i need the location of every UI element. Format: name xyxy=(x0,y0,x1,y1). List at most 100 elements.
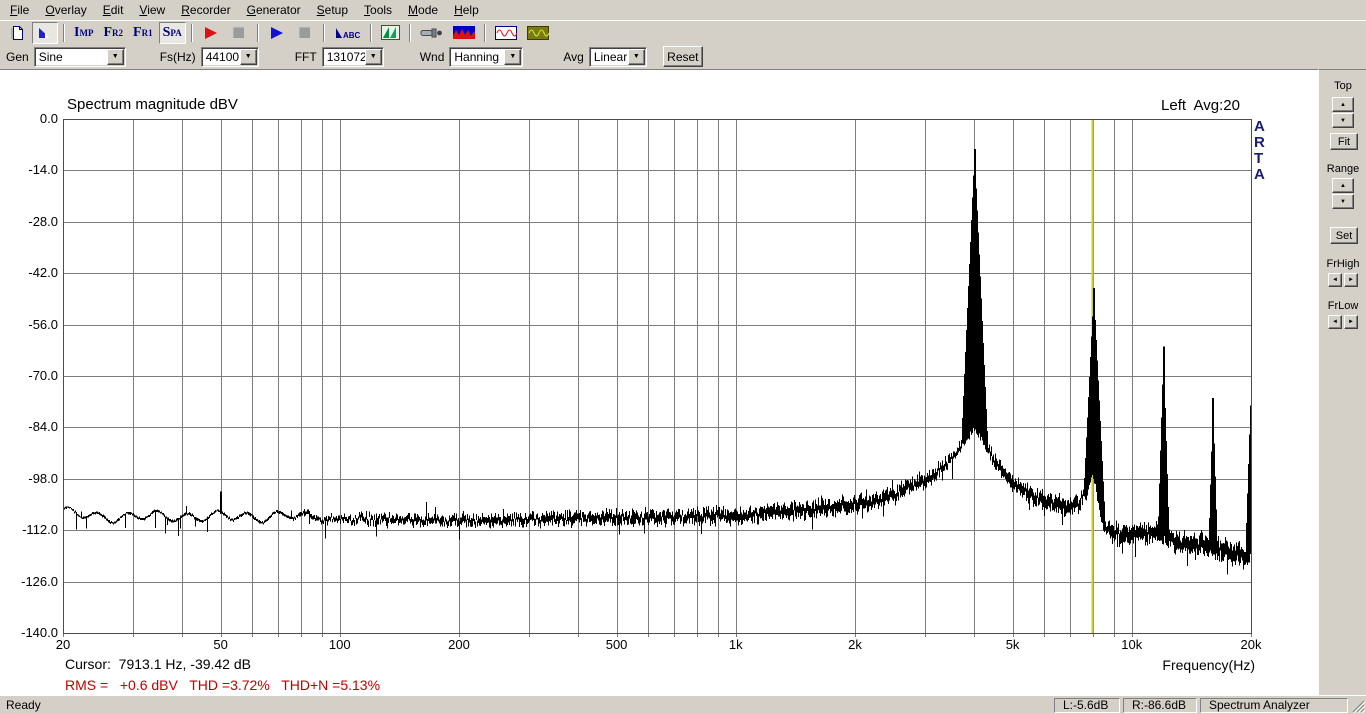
menu-file[interactable]: File xyxy=(2,1,37,20)
play-triangle-icon xyxy=(269,26,284,40)
generator-bar: Gen Sine ▼ Fs(Hz) 44100 ▼ FFT 131072 ▼ W… xyxy=(0,44,1366,69)
menu-view[interactable]: View xyxy=(131,1,173,20)
x-tick-label: 5k xyxy=(983,637,1043,652)
frhigh-left-button[interactable]: ◄ xyxy=(1328,273,1342,287)
scaling-button[interactable] xyxy=(377,22,404,44)
y-tick-label: -70.0 xyxy=(0,368,58,383)
spectrum-mode-button[interactable]: SPA xyxy=(159,22,186,44)
toolbar-separator xyxy=(409,24,411,42)
set-button[interactable]: Set xyxy=(1330,227,1358,244)
stop-square-icon xyxy=(298,26,311,39)
gen-label: Gen xyxy=(6,50,29,64)
mode-indicator: Spectrum Analyzer xyxy=(1200,698,1348,713)
resize-grip-icon[interactable] xyxy=(1351,698,1365,713)
plot-title: Spectrum magnitude dBV xyxy=(67,96,238,113)
toolbar-separator xyxy=(63,24,65,42)
menu-edit[interactable]: Edit xyxy=(95,1,132,20)
down-arrow-icon: ▼ xyxy=(1340,199,1346,205)
status-ready: Ready xyxy=(0,698,41,712)
arta-window: FileOverlayEditViewRecorderGeneratorSetu… xyxy=(0,0,1366,714)
generator-config-button[interactable] xyxy=(491,22,521,44)
wnd-label: Wnd xyxy=(420,50,445,64)
y-tick-label: -14.0 xyxy=(0,162,58,177)
new-document-icon xyxy=(9,25,26,41)
menu-bar: FileOverlayEditViewRecorderGeneratorSetu… xyxy=(0,0,1366,20)
signal-record-button[interactable] xyxy=(449,22,479,44)
frlow-left-button[interactable]: ◄ xyxy=(1328,315,1342,329)
new-file-button[interactable] xyxy=(4,22,30,44)
right-arrow-icon: ► xyxy=(1348,277,1354,283)
right-level-indicator: R:-86.6dB xyxy=(1123,698,1197,713)
play-button[interactable] xyxy=(264,22,290,44)
menu-tools[interactable]: Tools xyxy=(356,1,400,20)
fft-label: FFT xyxy=(295,50,317,64)
menu-help[interactable]: Help xyxy=(446,1,487,20)
frhigh-right-button[interactable]: ► xyxy=(1344,273,1358,287)
channel-average-label: Left Avg:20 xyxy=(1040,97,1240,114)
fr1-mode-button[interactable]: FR1 xyxy=(129,22,157,44)
menu-generator[interactable]: Generator xyxy=(239,1,309,20)
chevron-down-icon[interactable]: ▼ xyxy=(240,49,257,65)
menu-overlay[interactable]: Overlay xyxy=(37,1,94,20)
frlow-right-button[interactable]: ► xyxy=(1344,315,1358,329)
y-tick-label: -42.0 xyxy=(0,265,58,280)
time-record-button[interactable] xyxy=(32,22,58,44)
spectrum-plot[interactable] xyxy=(0,70,1318,696)
menu-recorder[interactable]: Recorder xyxy=(173,1,238,20)
sine-wave-icon xyxy=(495,26,517,40)
rms-thd-readout: RMS = +0.6 dBV THD =3.72% THD+N =5.13% xyxy=(65,677,380,693)
top-up-button[interactable]: ▲ xyxy=(1332,97,1354,112)
chevron-down-icon[interactable]: ▼ xyxy=(107,49,124,65)
waveform-icon xyxy=(453,26,475,39)
toolbar-separator xyxy=(323,24,325,42)
calibration-button[interactable]: ABC xyxy=(330,22,365,44)
record-stop-button[interactable] xyxy=(226,22,252,44)
y-tick-label: -28.0 xyxy=(0,214,58,229)
sample-rate-select[interactable]: 44100 ▼ xyxy=(201,47,259,67)
frhigh-label: FrHigh xyxy=(1319,258,1366,270)
microphone-button[interactable] xyxy=(416,22,447,44)
menu-setup[interactable]: Setup xyxy=(309,1,356,20)
frlow-label: FrLow xyxy=(1319,300,1366,312)
microphone-icon xyxy=(420,27,443,39)
fs-label: Fs(Hz) xyxy=(160,50,196,64)
top-label: Top xyxy=(1319,80,1366,92)
menu-mode[interactable]: Mode xyxy=(400,1,446,20)
averaging-select[interactable]: Linear ▼ xyxy=(589,47,647,67)
signal-generator-button[interactable] xyxy=(523,22,553,44)
window-value: Hanning xyxy=(450,50,504,64)
chevron-down-icon[interactable]: ▼ xyxy=(504,49,521,65)
generator-sine-icon xyxy=(527,26,549,40)
x-tick-label: 2k xyxy=(825,637,885,652)
play-triangle-icon xyxy=(203,26,218,40)
chevron-down-icon[interactable]: ▼ xyxy=(365,49,382,65)
record-button[interactable] xyxy=(198,22,224,44)
x-axis-label: Frequency(Hz) xyxy=(1055,657,1255,673)
stop-square-icon xyxy=(232,26,245,39)
toolbar-separator xyxy=(484,24,486,42)
range-up-button[interactable]: ▲ xyxy=(1332,178,1354,193)
y-tick-label: -112.0 xyxy=(0,522,58,537)
status-bar: Ready L:-5.6dB R:-86.6dB Spectrum Analyz… xyxy=(0,695,1366,714)
play-stop-button[interactable] xyxy=(292,22,318,44)
top-down-button[interactable]: ▼ xyxy=(1332,113,1354,128)
window-select[interactable]: Hanning ▼ xyxy=(449,47,523,67)
y-tick-label: -126.0 xyxy=(0,574,58,589)
chevron-down-icon[interactable]: ▼ xyxy=(628,49,645,65)
impulse-mode-button[interactable]: IMP xyxy=(70,22,97,44)
toolbar-separator xyxy=(370,24,372,42)
fft-size-select[interactable]: 131072 ▼ xyxy=(322,47,384,67)
range-down-button[interactable]: ▼ xyxy=(1332,194,1354,209)
toolbar-separator xyxy=(257,24,259,42)
range-label: Range xyxy=(1319,163,1366,175)
plot-area: Spectrum magnitude dBV Left Avg:20 ARTA … xyxy=(0,69,1318,695)
down-arrow-icon: ▼ xyxy=(1340,118,1346,124)
fr2-mode-button[interactable]: FR2 xyxy=(99,22,127,44)
toolbar-separator xyxy=(191,24,193,42)
fit-button[interactable]: Fit xyxy=(1330,133,1358,150)
reset-button[interactable]: Reset xyxy=(663,46,703,67)
up-arrow-icon: ▲ xyxy=(1340,183,1346,189)
y-tick-label: -84.0 xyxy=(0,419,58,434)
generator-type-select[interactable]: Sine ▼ xyxy=(34,47,126,67)
side-panel: Top ▲ ▼ Fit Range ▲ ▼ Set FrHigh ◄ ► FrL… xyxy=(1318,69,1366,695)
